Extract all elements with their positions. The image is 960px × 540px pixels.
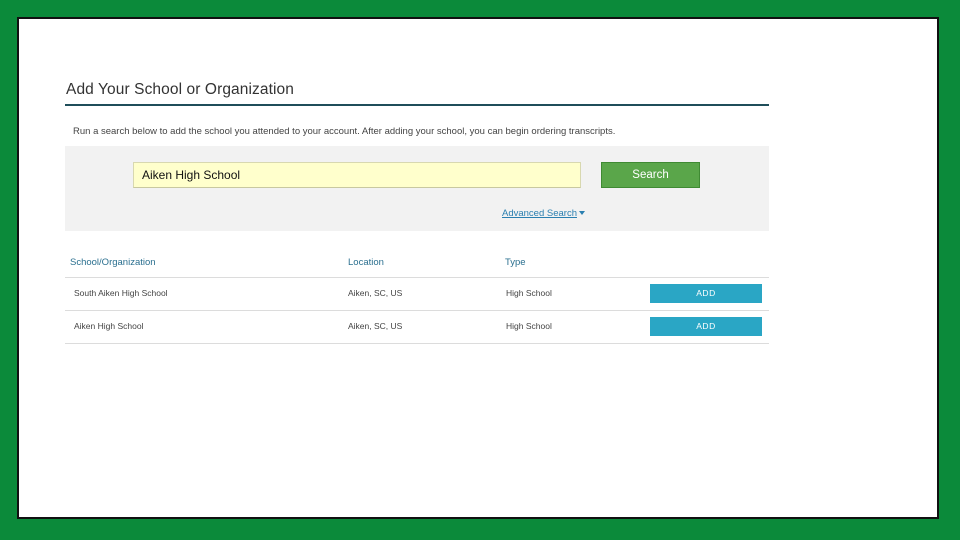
search-button[interactable]: Search [601,162,700,188]
slide-frame: Add Your School or Organization Run a se… [17,17,939,519]
table-row: South Aiken High School Aiken, SC, US Hi… [65,278,769,311]
school-type: High School [506,321,552,331]
column-header-location: Location [348,257,384,268]
school-location: Aiken, SC, US [348,288,403,298]
school-name: Aiken High School [74,321,144,331]
results-table: School/Organization Location Type South … [65,255,769,344]
intro-text: Run a search below to add the school you… [73,126,616,137]
title-divider [65,104,769,106]
school-type: High School [506,288,552,298]
search-input[interactable] [133,162,581,188]
add-button[interactable]: ADD [650,317,762,336]
advanced-search-link[interactable]: Advanced Search [502,208,585,219]
table-header: School/Organization Location Type [65,255,769,278]
advanced-search-label: Advanced Search [502,208,577,219]
add-button[interactable]: ADD [650,284,762,303]
page-title: Add Your School or Organization [66,81,295,98]
school-name: South Aiken High School [74,288,168,298]
column-header-type: Type [505,257,526,268]
caret-down-icon [579,211,585,216]
search-panel: Search Advanced Search [65,146,769,231]
school-location: Aiken, SC, US [348,321,403,331]
table-row: Aiken High School Aiken, SC, US High Sch… [65,311,769,344]
column-header-school: School/Organization [70,257,156,268]
